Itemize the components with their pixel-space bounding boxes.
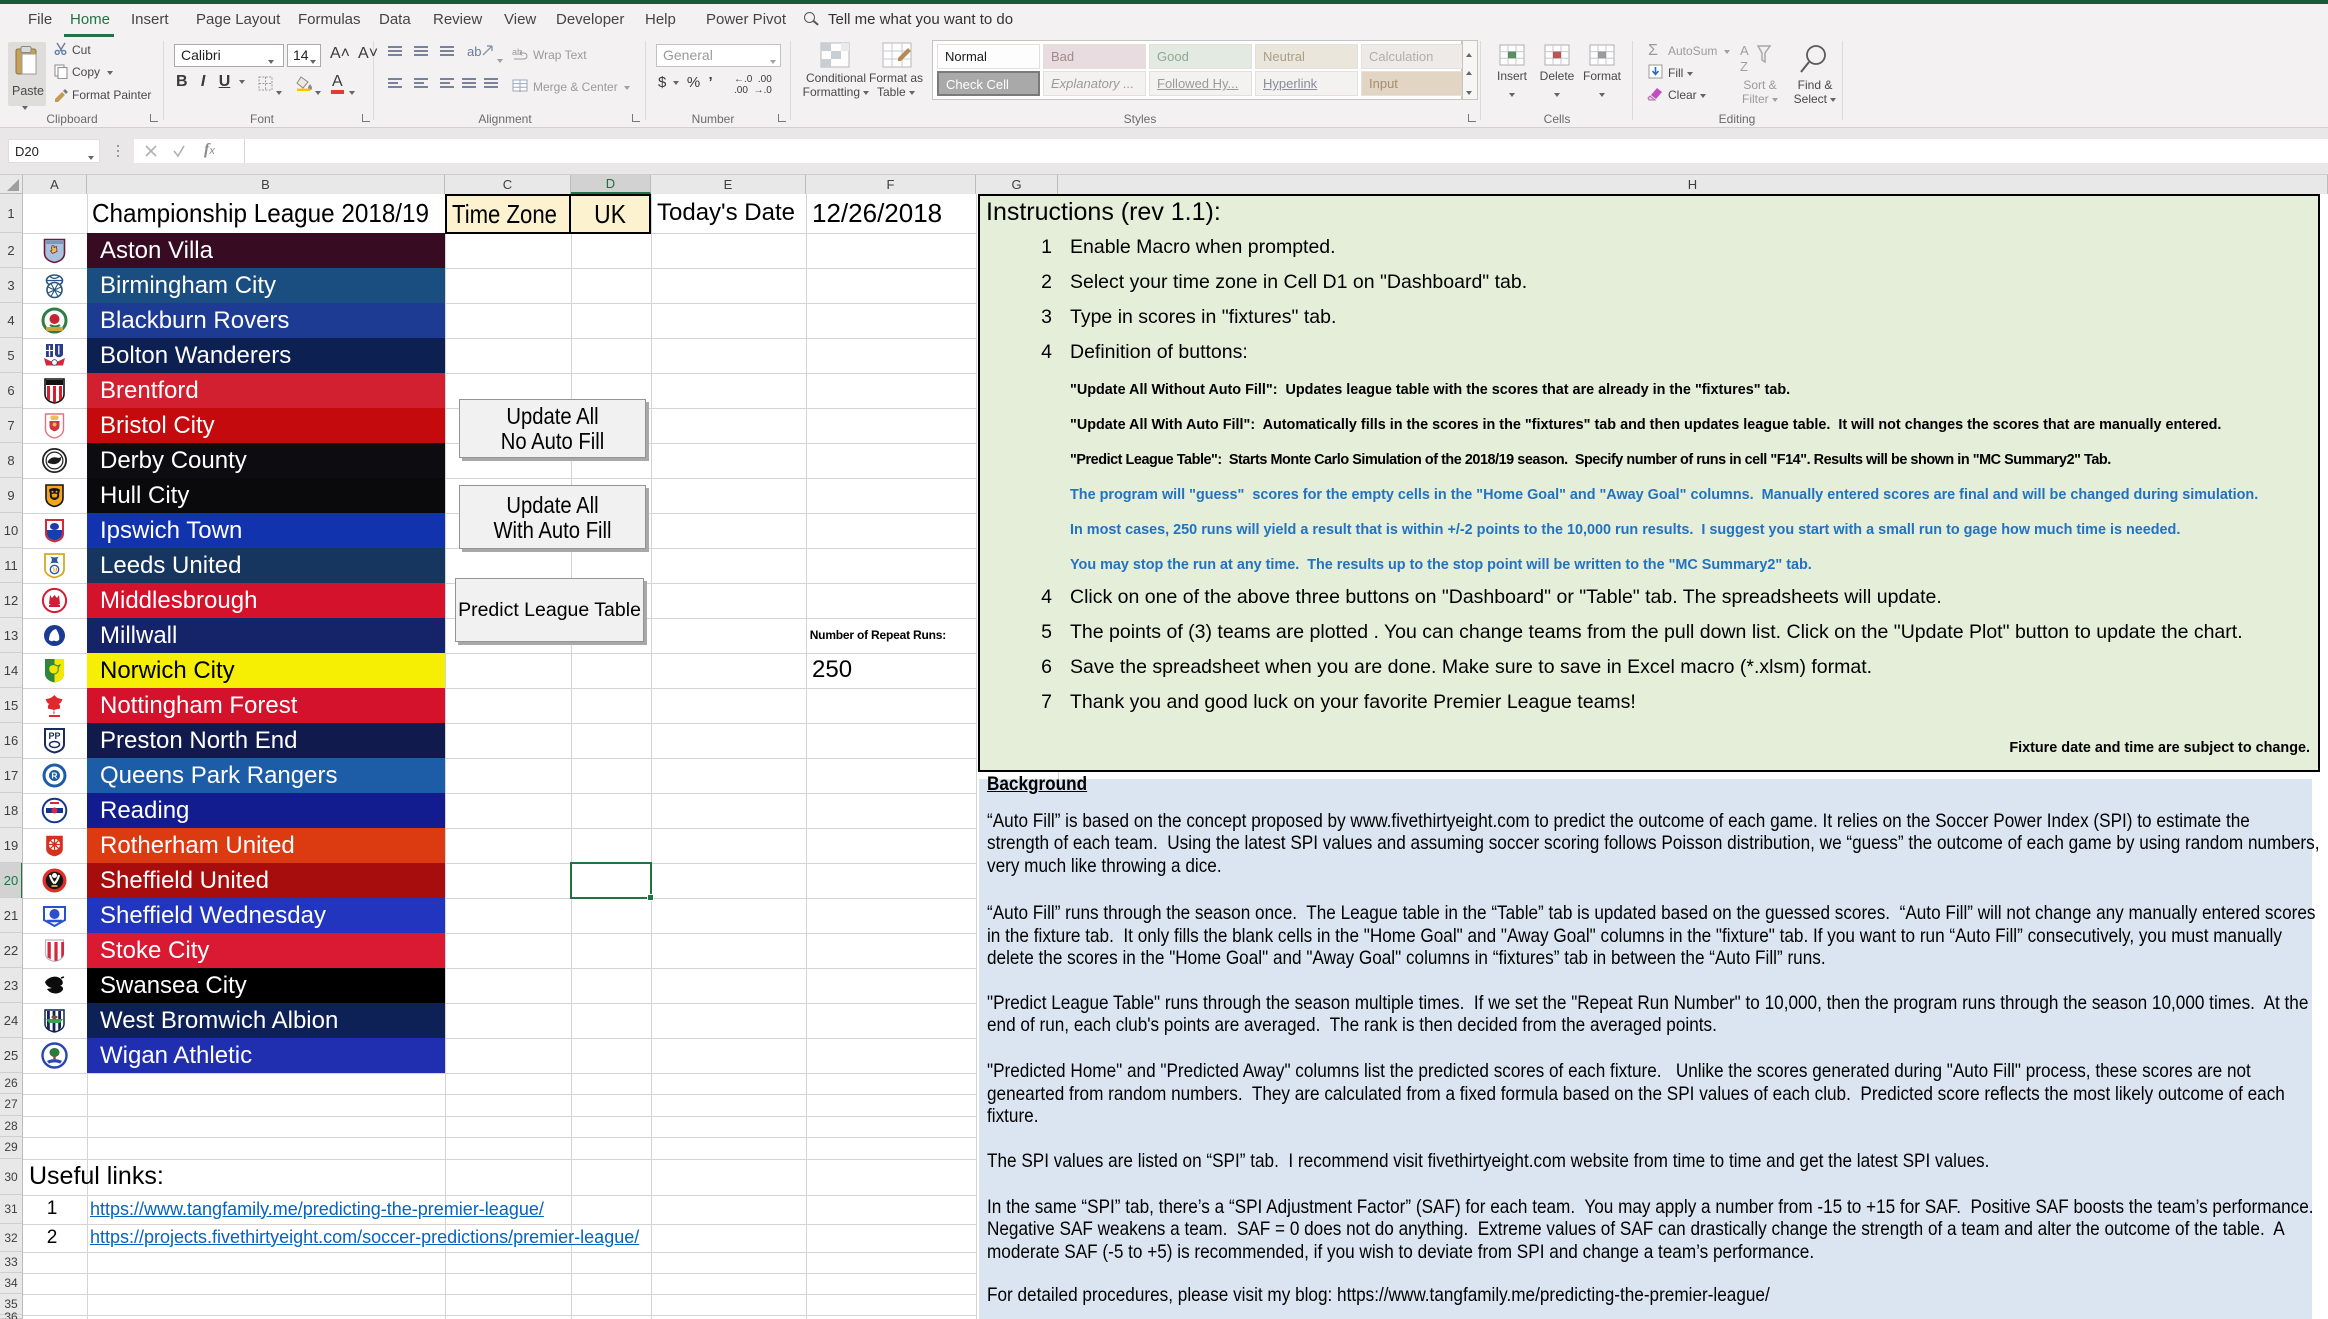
svg-text:PP: PP <box>48 731 60 741</box>
svg-text:Z: Z <box>1740 59 1748 74</box>
svg-text:R: R <box>51 771 57 781</box>
svg-text:A: A <box>1740 43 1749 58</box>
